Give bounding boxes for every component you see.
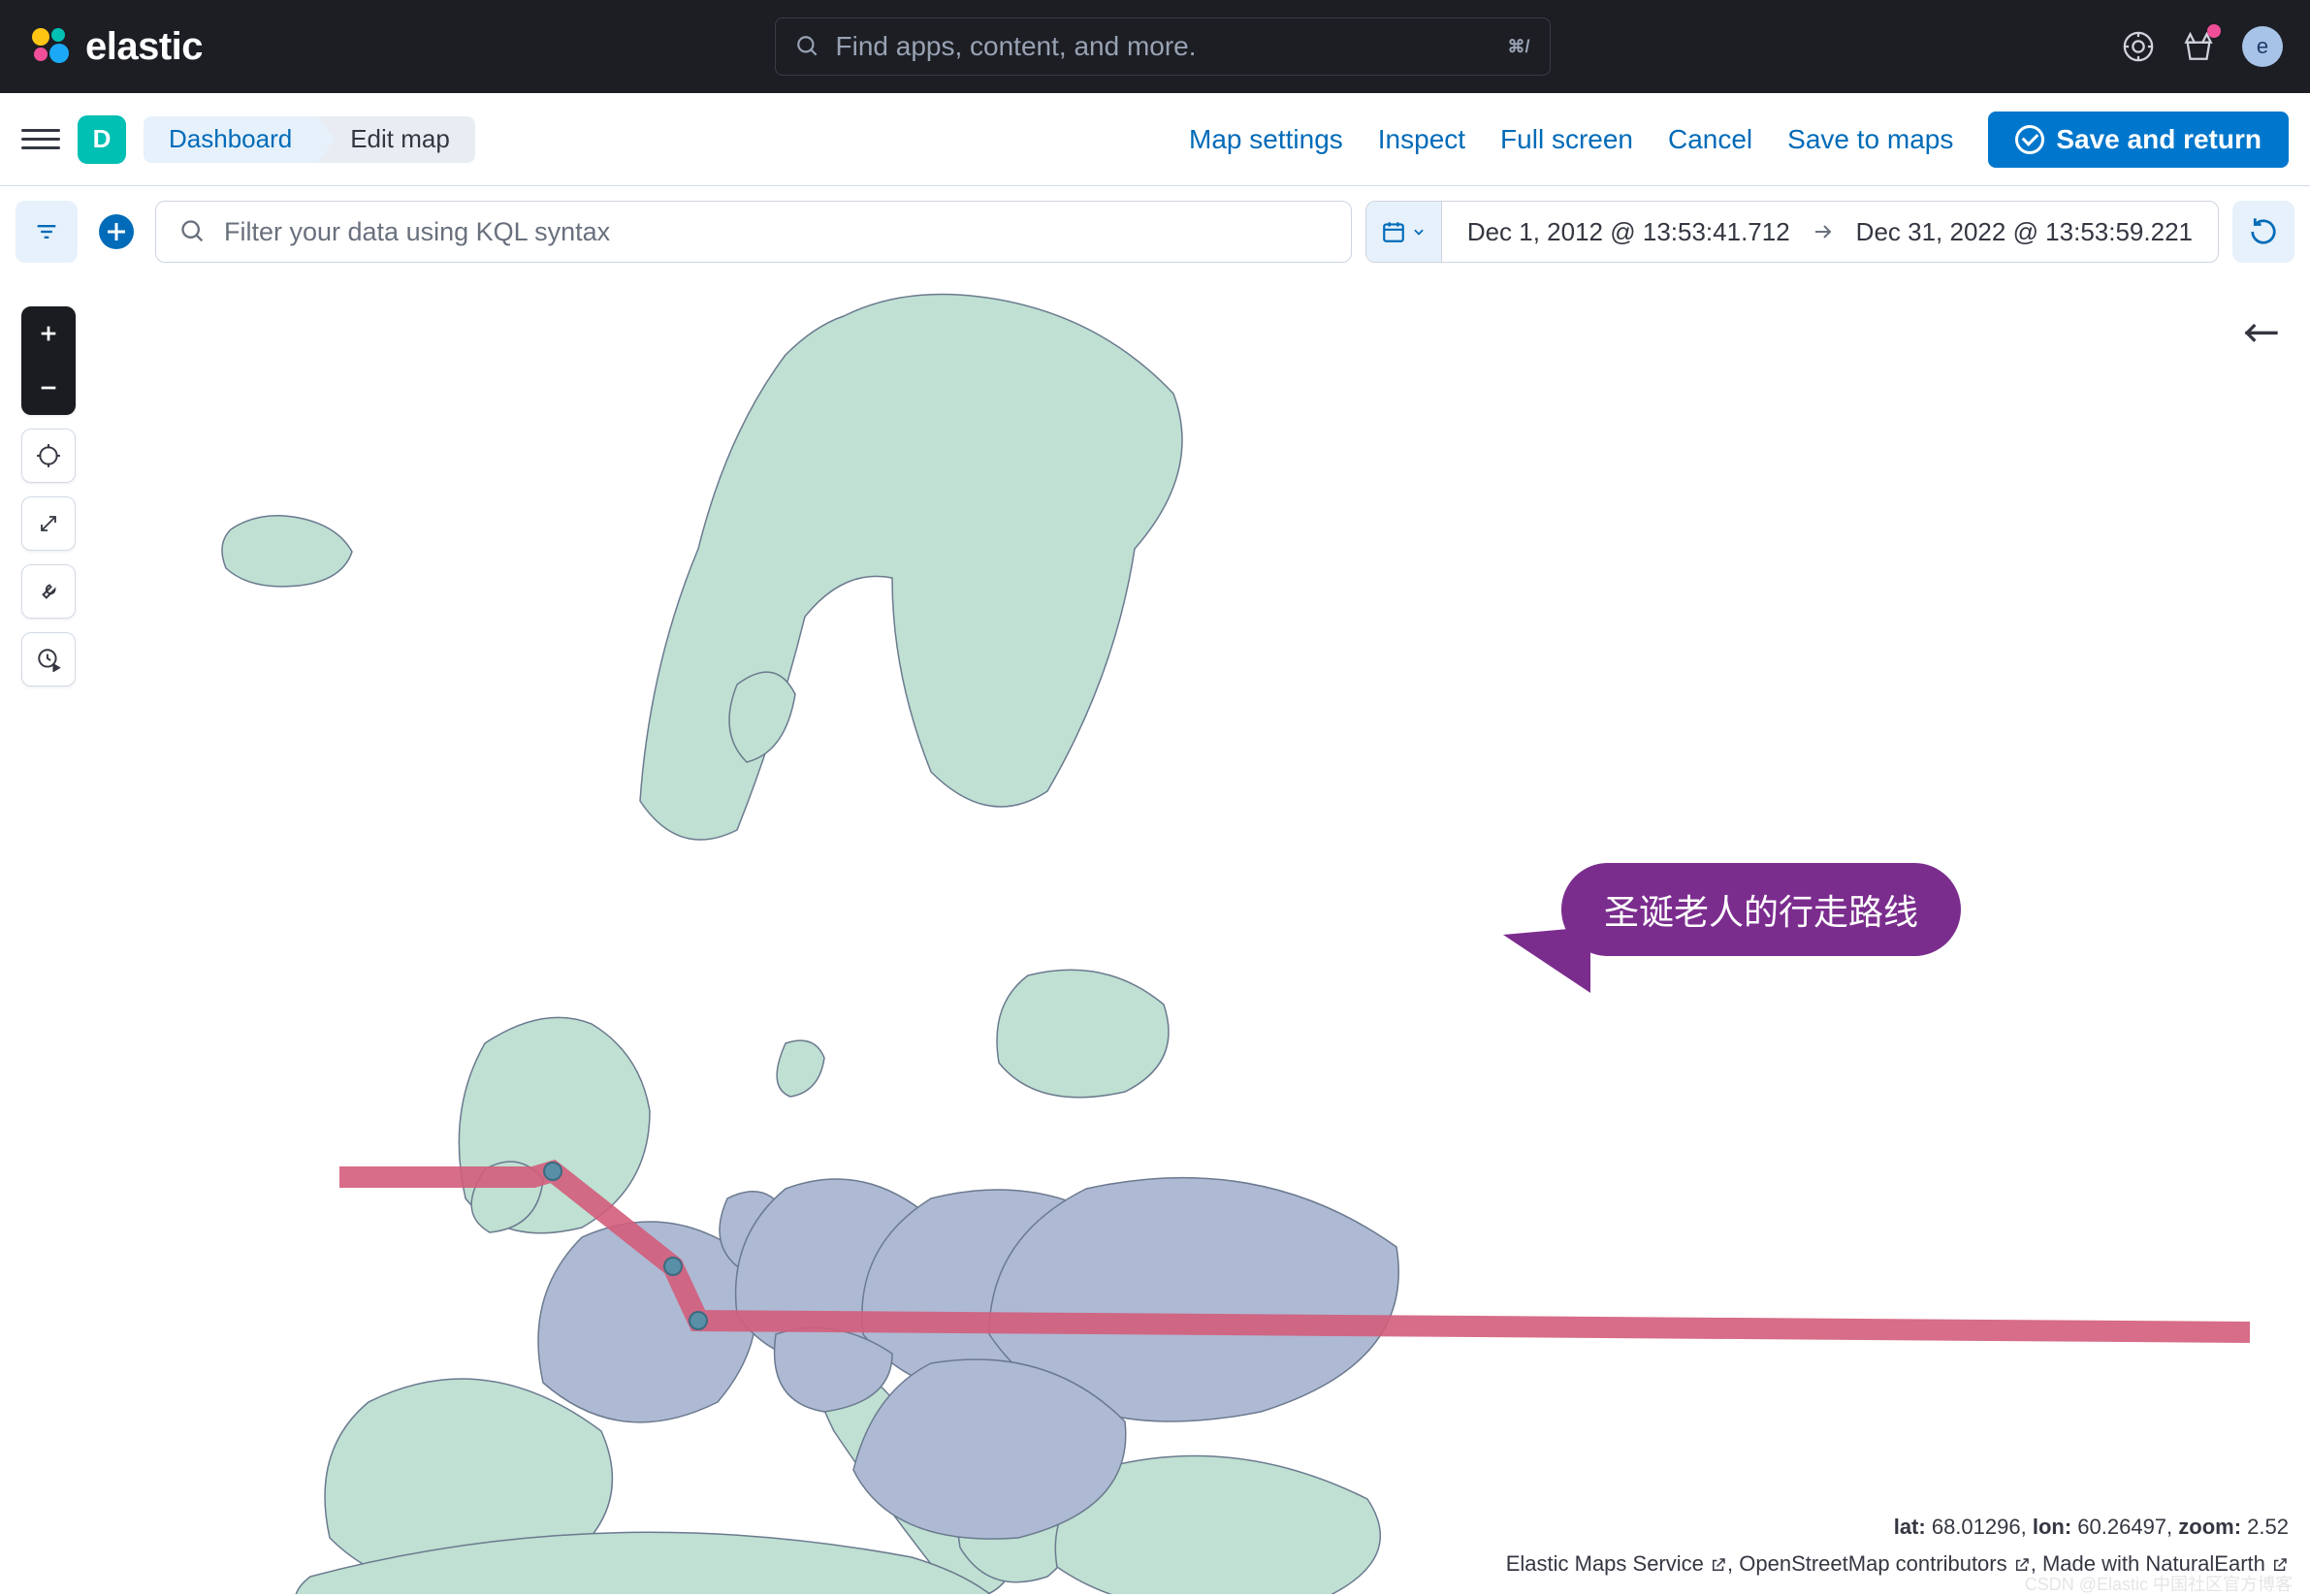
time-from[interactable]: Dec 1, 2012 @ 13:53:41.712 <box>1467 217 1790 247</box>
calendar-icon <box>1381 219 1406 244</box>
space-badge[interactable]: D <box>78 115 126 164</box>
expand-icon <box>37 512 60 535</box>
breadcrumb-dashboard[interactable]: Dashboard <box>144 116 317 163</box>
calendar-button[interactable] <box>1366 202 1442 262</box>
toggle-layers-button[interactable] <box>2242 320 2281 349</box>
filter-icon <box>33 218 60 245</box>
add-filter-button[interactable] <box>91 201 142 263</box>
plus-icon <box>99 214 134 249</box>
check-circle-icon <box>2015 125 2044 154</box>
expand-button[interactable] <box>21 496 76 551</box>
annotation-text: 圣诞老人的行走路线 <box>1561 863 1961 956</box>
clock-play-icon <box>36 647 61 672</box>
refresh-icon <box>2249 217 2278 246</box>
map-svg <box>0 277 2310 1594</box>
inspect-button[interactable]: Inspect <box>1378 124 1465 155</box>
save-and-return-label: Save and return <box>2056 124 2262 155</box>
map-toolbar <box>21 306 76 686</box>
brand-logo[interactable]: elastic <box>27 23 203 70</box>
attrib-osm[interactable]: OpenStreetMap contributors <box>1739 1551 2006 1576</box>
global-search[interactable]: Find apps, content, and more. ⌘/ <box>775 17 1551 76</box>
notification-dot <box>2207 24 2221 38</box>
user-avatar[interactable]: e <box>2242 26 2283 67</box>
app-action-bar: D Dashboard Edit map Map settings Inspec… <box>0 93 2310 186</box>
help-icon[interactable] <box>2122 30 2155 63</box>
annotation-callout: 圣诞老人的行走路线 <box>1561 863 1961 956</box>
map-canvas[interactable]: 圣诞老人的行走路线 lat: 68.01296, lon: 60.26497, … <box>0 277 2310 1594</box>
query-bar: Filter your data using KQL syntax Dec 1,… <box>0 186 2310 277</box>
chevron-down-icon <box>1412 225 1426 239</box>
elastic-logo-icon <box>27 23 74 70</box>
zoom-group <box>21 306 76 415</box>
time-range-display: Dec 1, 2012 @ 13:53:41.712 Dec 31, 2022 … <box>1442 217 2218 247</box>
breadcrumb-current: Edit map <box>317 116 475 163</box>
avatar-letter: e <box>2257 34 2268 59</box>
global-header: elastic Find apps, content, and more. ⌘/… <box>0 0 2310 93</box>
brand-name: elastic <box>85 25 203 69</box>
wrench-icon <box>36 579 61 604</box>
newsfeed-icon[interactable] <box>2182 30 2215 63</box>
crosshair-icon <box>36 443 61 468</box>
full-screen-button[interactable]: Full screen <box>1500 124 1633 155</box>
zoom-in-button[interactable] <box>21 306 76 361</box>
minus-icon <box>38 377 59 399</box>
collapse-icon <box>2242 320 2281 346</box>
breadcrumbs: Dashboard Edit map <box>144 116 475 163</box>
action-links: Map settings Inspect Full screen Cancel … <box>1189 112 2289 168</box>
time-to[interactable]: Dec 31, 2022 @ 13:53:59.221 <box>1856 217 2193 247</box>
refresh-button[interactable] <box>2232 201 2294 263</box>
zoom-out-button[interactable] <box>21 361 76 415</box>
external-link-icon <box>1710 1556 1727 1574</box>
coordinates-display: lat: 68.01296, lon: 60.26497, zoom: 2.52 <box>1894 1515 2289 1540</box>
callout-tail <box>1503 927 1590 993</box>
plus-icon <box>38 323 59 344</box>
tools-button[interactable] <box>21 564 76 619</box>
nav-toggle-button[interactable] <box>21 120 60 159</box>
map-settings-button[interactable]: Map settings <box>1189 124 1343 155</box>
watermark-text: CSDN @Elastic 中国社区官方博客 <box>2025 1571 2293 1596</box>
search-icon <box>179 218 207 245</box>
save-and-return-button[interactable]: Save and return <box>1988 112 2289 168</box>
save-to-maps-button[interactable]: Save to maps <box>1787 124 1953 155</box>
cancel-button[interactable]: Cancel <box>1668 124 1752 155</box>
search-icon <box>795 34 820 59</box>
header-icons: e <box>2122 26 2283 67</box>
timeslider-button[interactable] <box>21 632 76 686</box>
global-search-shortcut: ⌘/ <box>1508 37 1530 57</box>
global-search-placeholder: Find apps, content, and more. <box>836 31 1492 62</box>
time-range-picker[interactable]: Dec 1, 2012 @ 13:53:41.712 Dec 31, 2022 … <box>1365 201 2219 263</box>
attrib-ems[interactable]: Elastic Maps Service <box>1506 1551 1704 1576</box>
filter-options-button[interactable] <box>16 201 78 263</box>
fit-data-button[interactable] <box>21 429 76 483</box>
arrow-right-icon <box>1812 220 1835 243</box>
kql-placeholder: Filter your data using KQL syntax <box>224 217 610 247</box>
kql-search-input[interactable]: Filter your data using KQL syntax <box>155 201 1352 263</box>
